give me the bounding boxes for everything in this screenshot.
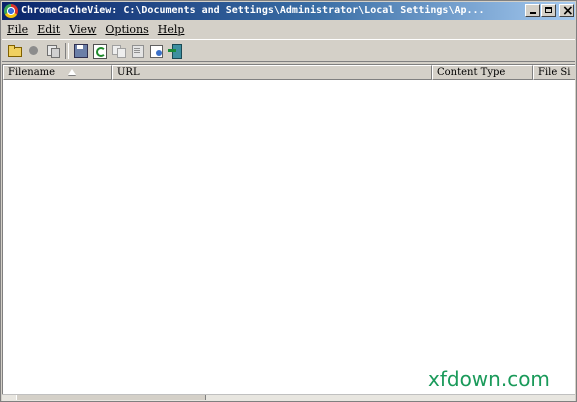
watermark-text: xfdown.com — [428, 367, 550, 391]
horizontal-scrollbar[interactable] — [2, 394, 575, 401]
menu-view[interactable]: View — [64, 21, 100, 38]
caption-buttons — [525, 2, 574, 20]
toolbar — [2, 39, 575, 62]
refresh-icon[interactable] — [91, 42, 108, 59]
sort-ascending-icon — [68, 69, 76, 75]
cache-list-view[interactable]: Filename URL Content Type File Si — [2, 64, 575, 399]
copy-icon[interactable] — [110, 42, 127, 59]
window-title: ChromeCacheView: C:\Documents and Settin… — [21, 5, 485, 16]
menu-bar: File Edit View Options Help — [2, 21, 575, 38]
column-headers: Filename URL Content Type File Si — [3, 65, 575, 80]
menu-help[interactable]: Help — [153, 21, 189, 38]
close-button[interactable] — [559, 2, 574, 20]
html-report-icon[interactable] — [148, 42, 165, 59]
toolbar-separator — [65, 42, 69, 59]
column-header-url[interactable]: URL — [112, 65, 432, 80]
copy-files-icon[interactable] — [44, 42, 61, 59]
folder-icon[interactable] — [6, 42, 23, 59]
scrollbar-thumb[interactable] — [16, 395, 206, 400]
menu-options[interactable]: Options — [100, 21, 152, 38]
column-header-filename[interactable]: Filename — [3, 65, 112, 80]
main-window: ChromeCacheView: C:\Documents and Settin… — [0, 0, 577, 402]
save-icon[interactable] — [72, 42, 89, 59]
maximize-button[interactable] — [541, 4, 556, 17]
properties-icon[interactable] — [129, 42, 146, 59]
exit-icon[interactable] — [167, 42, 184, 59]
app-icon[interactable] — [4, 4, 18, 18]
list-rows — [3, 80, 575, 399]
column-header-file-size[interactable]: File Si — [533, 65, 575, 80]
stop-icon[interactable] — [25, 42, 42, 59]
menu-file[interactable]: File — [2, 21, 32, 38]
title-bar[interactable]: ChromeCacheView: C:\Documents and Settin… — [2, 2, 575, 20]
minimize-button[interactable] — [525, 4, 540, 17]
column-header-content-type[interactable]: Content Type — [432, 65, 533, 80]
menu-edit[interactable]: Edit — [32, 21, 64, 38]
